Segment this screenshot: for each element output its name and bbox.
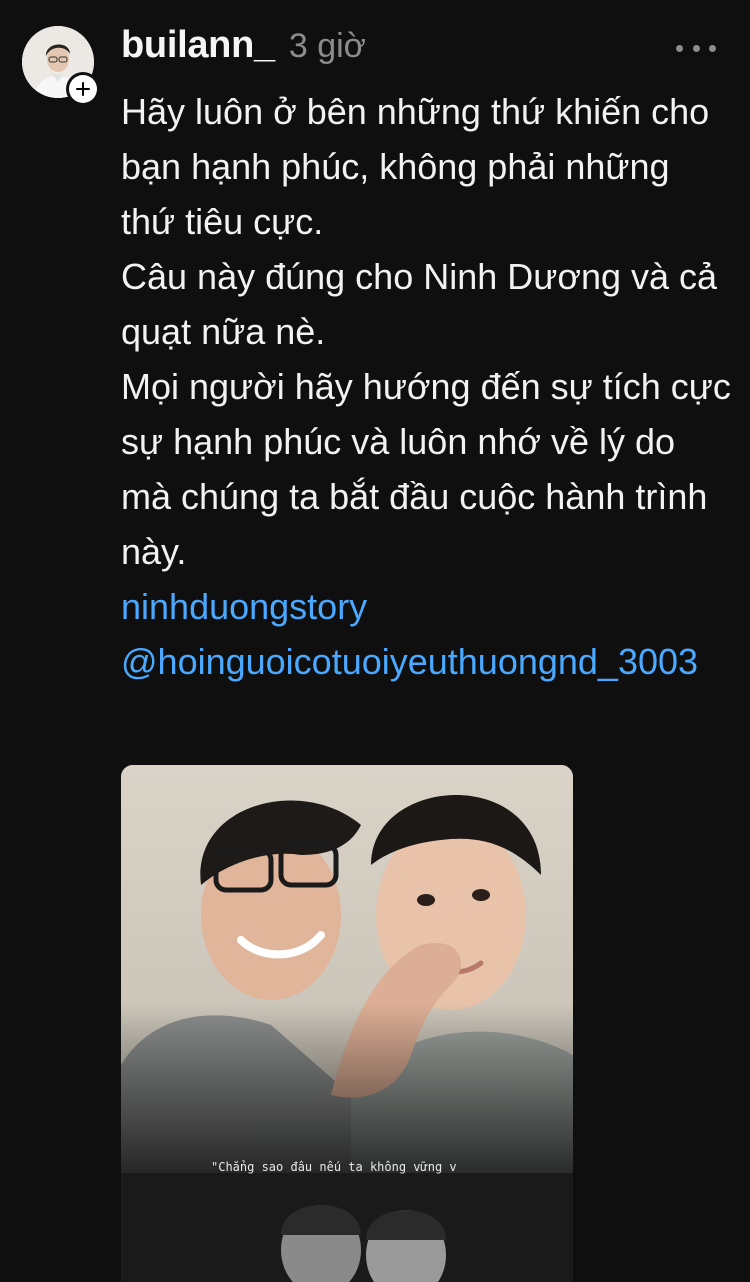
more-dot — [692, 44, 700, 52]
post-header: builann_ 3 giờ — [121, 24, 366, 74]
follow-button[interactable] — [66, 72, 100, 106]
post-paragraph: Câu này đúng cho Ninh Dương và cả quạt n… — [121, 256, 718, 352]
avatar-container[interactable] — [22, 26, 100, 106]
photo-illustration — [121, 765, 573, 1282]
post-paragraph: Mọi người hãy hướng đến sự tích cực sự h… — [121, 366, 731, 572]
mention-link[interactable]: @hoinguoicotuoiyeuthuongnd_3003 — [121, 634, 731, 689]
image-caption: "Chẳng sao đâu nếu ta không vững v — [211, 1160, 457, 1174]
post-image[interactable]: "Chẳng sao đâu nếu ta không vững v — [121, 765, 573, 1282]
post-paragraph: Hãy luôn ở bên những thứ khiến cho bạn h… — [121, 91, 710, 242]
timestamp: 3 giờ — [288, 27, 366, 65]
hashtag-link[interactable]: ninhduongstory — [121, 579, 731, 634]
plus-icon — [69, 75, 97, 103]
more-horizontal-icon[interactable] — [676, 38, 716, 58]
thread-post: builann_ 3 giờ Hãy luôn ở bên những thứ … — [0, 0, 750, 1282]
username[interactable]: builann_ — [121, 24, 275, 67]
more-dot — [709, 44, 716, 52]
post-body: Hãy luôn ở bên những thứ khiến cho bạn h… — [121, 84, 731, 689]
more-dot — [676, 44, 683, 52]
